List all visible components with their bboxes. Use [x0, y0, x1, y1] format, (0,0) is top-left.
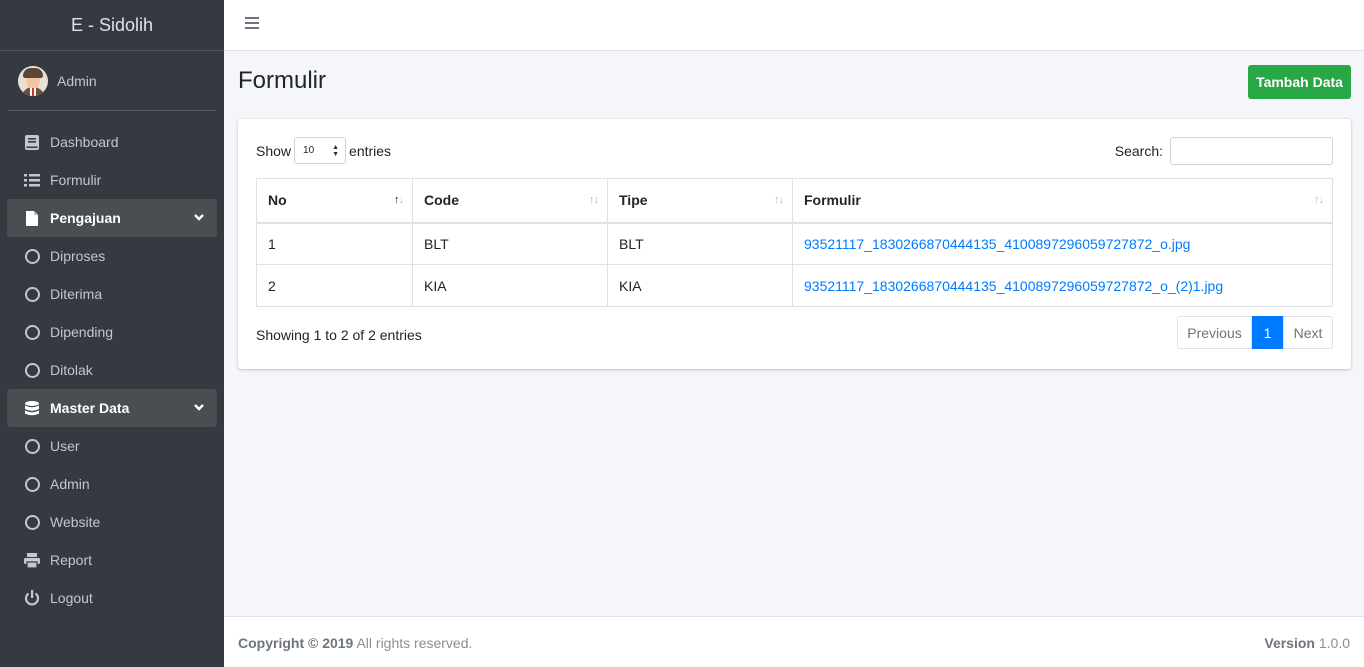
sidebar-item-user[interactable]: User	[7, 427, 217, 465]
circle-icon	[23, 323, 41, 341]
column-header-formulir[interactable]: Formulir ↑↓	[792, 178, 1333, 224]
sidebar-item-website[interactable]: Website	[7, 503, 217, 541]
content-header: Formulir Tambah Data	[238, 65, 1351, 99]
power-icon	[23, 589, 41, 607]
file-link[interactable]: 93521117_1830266870444135_41008972960597…	[804, 278, 1223, 294]
table-info: Showing 1 to 2 of 2 entries	[256, 327, 422, 343]
file-link[interactable]: 93521117_1830266870444135_41008972960597…	[804, 236, 1190, 252]
rights-text: All rights reserved.	[353, 635, 473, 651]
copyright: Copyright © 2019 All rights reserved.	[238, 635, 472, 651]
list-icon	[23, 171, 41, 189]
data-card: Show 10 ▲ ▼ entries Search: No ↑↓ Code ↑↓ T…	[238, 119, 1351, 369]
top-navbar	[224, 0, 1364, 51]
sidebar-item-logout[interactable]: Logout	[7, 579, 217, 617]
version: Version 1.0.0	[1264, 635, 1350, 651]
cell-code: BLT	[412, 222, 608, 265]
print-icon	[23, 551, 41, 569]
sidebar-item-pengajuan[interactable]: Pengajuan	[7, 199, 217, 237]
user-name: Admin	[57, 72, 97, 89]
cell-no: 1	[256, 222, 413, 265]
footer: Copyright © 2019 All rights reserved. Ve…	[224, 616, 1364, 667]
sort-icon: ↑↓	[1314, 194, 1324, 206]
circle-icon	[23, 513, 41, 531]
search-control: Search:	[1115, 137, 1333, 165]
search-label: Search:	[1114, 143, 1163, 159]
sidebar-item-label: Diterima	[50, 286, 103, 302]
sidebar-item-label: Admin	[50, 476, 90, 492]
sidebar-item-label: Master Data	[50, 400, 130, 416]
user-panel[interactable]: Admin	[8, 51, 216, 111]
version-label: Version	[1264, 635, 1315, 651]
length-control: Show 10 ▲ ▼ entries	[256, 137, 391, 164]
sidebar-item-label: Diproses	[50, 248, 106, 264]
next-page-button[interactable]: Next	[1283, 316, 1333, 349]
formulir-table: No ↑↓ Code ↑↓ Tipe ↑↓ Formulir ↑↓ 1 BLT BLT …	[256, 178, 1333, 307]
circle-icon	[23, 285, 41, 303]
sidebar-item-master-data[interactable]: Master Data	[7, 389, 217, 427]
brand-text: E - Sidolih	[70, 14, 154, 35]
book-icon	[23, 133, 41, 151]
sidebar-item-label: Formulir	[50, 172, 102, 188]
file-icon	[23, 209, 41, 227]
brand-link[interactable]: E - Sidolih	[0, 0, 224, 51]
circle-icon	[23, 475, 41, 493]
sidebar-item-label: Pengajuan	[50, 210, 121, 226]
chevron-down-icon	[194, 404, 204, 411]
table-row: 1 BLT BLT 93521117_1830266870444135_4100…	[256, 222, 1333, 265]
sidebar-item-label: Ditolak	[50, 362, 93, 378]
sidebar-item-admin[interactable]: Admin	[7, 465, 217, 503]
sidebar-item-label: Dipending	[50, 324, 114, 340]
show-label: Show	[256, 142, 292, 159]
sidebar-item-ditolak[interactable]: Ditolak	[7, 351, 217, 389]
cell-formulir: 93521117_1830266870444135_41008972960597…	[792, 222, 1333, 265]
sort-asc-icon: ↑↓	[394, 194, 404, 206]
menu-toggle-icon[interactable]	[245, 17, 259, 31]
sidebar-item-label: Logout	[50, 590, 93, 606]
sidebar-item-label: User	[50, 438, 80, 454]
version-number: 1.0.0	[1314, 635, 1350, 651]
select-arrows-icon: ▲ ▼	[332, 143, 340, 158]
cell-tipe: KIA	[607, 264, 793, 307]
page-1-button[interactable]: 1	[1252, 316, 1283, 349]
column-header-no[interactable]: No ↑↓	[256, 178, 413, 224]
sidebar-item-dashboard[interactable]: Dashboard	[7, 123, 217, 161]
sidebar-item-label: Dashboard	[50, 134, 119, 150]
chevron-down-icon	[194, 214, 204, 221]
page-title: Formulir	[238, 67, 326, 94]
sidebar-item-diterima[interactable]: Diterima	[7, 275, 217, 313]
sidebar: E - Sidolih Admin Dashboard Formulir Pen…	[0, 0, 224, 667]
column-header-tipe[interactable]: Tipe ↑↓	[607, 178, 793, 224]
entries-select-value: 10	[303, 145, 315, 156]
sort-icon: ↑↓	[589, 194, 599, 206]
sort-icon: ↑↓	[774, 194, 784, 206]
copyright-strong: Copyright © 2019	[238, 635, 354, 651]
sidebar-item-report[interactable]: Report	[7, 541, 217, 579]
add-data-button[interactable]: Tambah Data	[1248, 65, 1351, 99]
sidebar-item-label: Website	[50, 514, 101, 530]
table-header-row: No ↑↓ Code ↑↓ Tipe ↑↓ Formulir ↑↓	[256, 178, 1333, 224]
column-header-code[interactable]: Code ↑↓	[412, 178, 608, 224]
entries-label: entries	[349, 142, 392, 159]
sidebar-item-diproses[interactable]: Diproses	[7, 237, 217, 275]
pagination: Previous 1 Next	[1177, 316, 1333, 349]
entries-select[interactable]: 10 ▲ ▼	[294, 137, 347, 164]
search-input[interactable]	[1170, 137, 1333, 165]
cell-formulir: 93521117_1830266870444135_41008972960597…	[792, 264, 1333, 307]
sidebar-item-formulir[interactable]: Formulir	[7, 161, 217, 199]
cell-no: 2	[256, 264, 413, 307]
sidebar-menu: Dashboard Formulir Pengajuan Diproses Di…	[0, 123, 224, 617]
circle-icon	[23, 247, 41, 265]
previous-page-button[interactable]: Previous	[1177, 316, 1252, 349]
circle-icon	[23, 361, 41, 379]
cell-code: KIA	[412, 264, 608, 307]
sidebar-item-dipending[interactable]: Dipending	[7, 313, 217, 351]
table-row: 2 KIA KIA 93521117_1830266870444135_4100…	[256, 264, 1333, 307]
avatar	[18, 65, 48, 96]
sidebar-item-label: Report	[50, 552, 93, 568]
cell-tipe: BLT	[607, 222, 793, 265]
database-icon	[23, 399, 41, 417]
circle-icon	[23, 437, 41, 455]
